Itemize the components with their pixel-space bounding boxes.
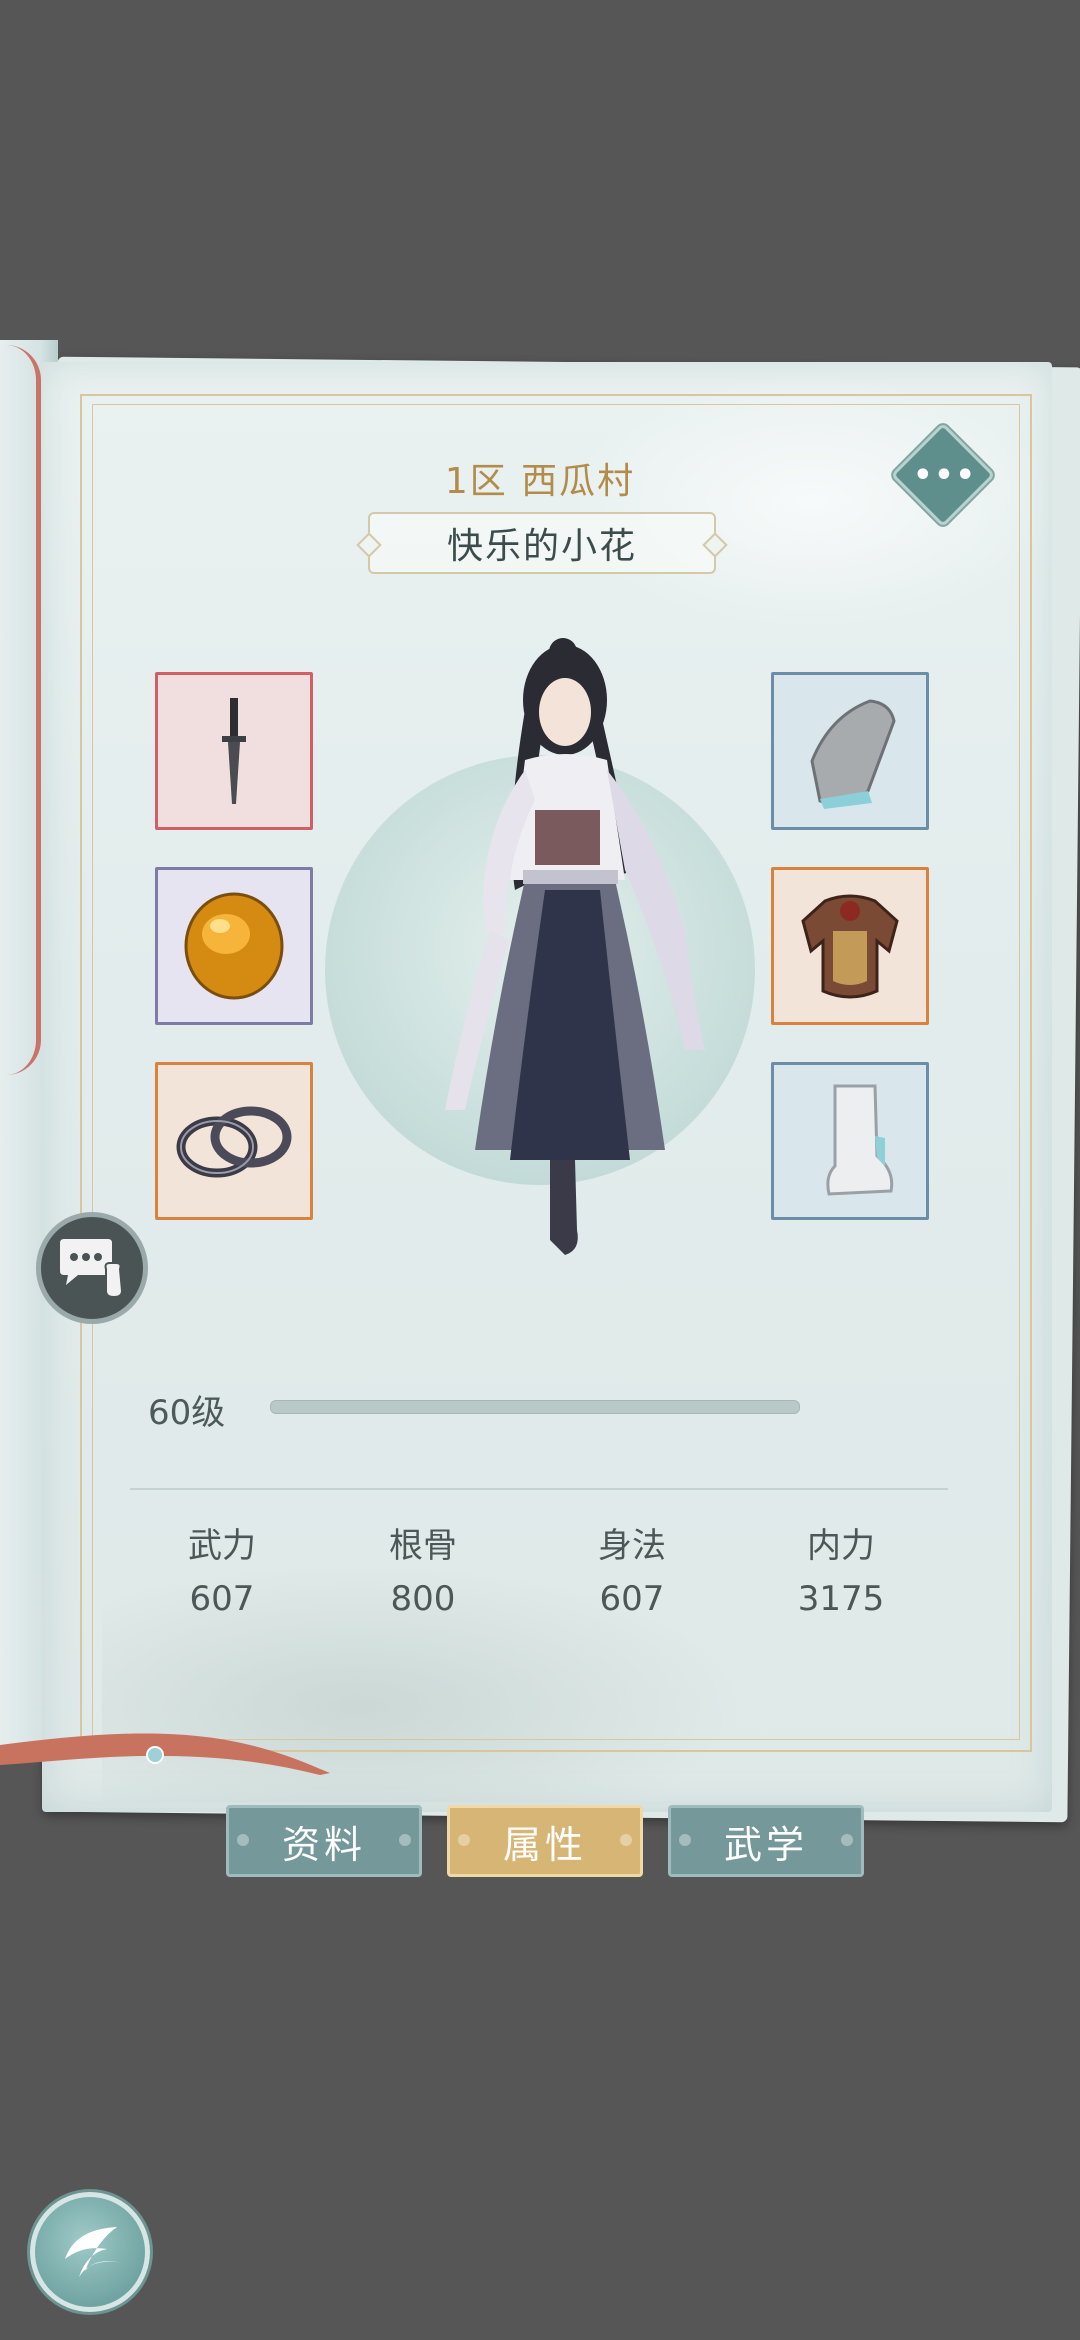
chat-bubble-icon bbox=[60, 1239, 124, 1299]
ribbon-decoration bbox=[0, 1733, 330, 1775]
equip-slot-bracer[interactable] bbox=[771, 672, 929, 830]
stat-value: 800 bbox=[390, 1579, 456, 1619]
tab-ziliao[interactable]: 资料 bbox=[226, 1805, 422, 1877]
section-divider bbox=[130, 1488, 948, 1490]
armor-icon bbox=[801, 894, 899, 999]
equip-slot-bracelet[interactable] bbox=[155, 1062, 313, 1220]
character-name-plate: 快乐的小花 bbox=[368, 512, 716, 574]
character-figure[interactable] bbox=[385, 630, 765, 1310]
stat-value: 607 bbox=[599, 1579, 665, 1619]
equip-slot-accessory[interactable] bbox=[155, 867, 313, 1025]
stat-value: 607 bbox=[189, 1579, 255, 1619]
equip-slot-boots[interactable] bbox=[771, 1062, 929, 1220]
level-progress-bar bbox=[270, 1400, 800, 1414]
level-label: 60级 bbox=[148, 1393, 226, 1433]
stat-gengu: 根骨 800 bbox=[323, 1518, 523, 1619]
stat-label: 身法 bbox=[598, 1526, 666, 1566]
back-arrow-icon bbox=[65, 2227, 123, 2277]
stat-label: 内力 bbox=[807, 1526, 875, 1566]
stat-label: 武力 bbox=[188, 1526, 256, 1566]
tab-wuxue[interactable]: 武学 bbox=[668, 1805, 864, 1877]
stat-shenfa: 身法 607 bbox=[532, 1518, 732, 1619]
boot-icon bbox=[826, 1084, 894, 1196]
chat-button[interactable] bbox=[36, 1212, 148, 1324]
amber-gem-icon bbox=[184, 892, 284, 1000]
tab-label: 武学 bbox=[723, 1822, 808, 1867]
equip-slot-armor[interactable] bbox=[771, 867, 929, 1025]
bracer-icon bbox=[810, 699, 896, 809]
stat-neili: 内力 3175 bbox=[741, 1518, 941, 1619]
tab-shuxing[interactable]: 属性 bbox=[447, 1805, 643, 1877]
stat-value: 3175 bbox=[797, 1579, 885, 1619]
dagger-icon bbox=[222, 698, 246, 804]
tab-label: 属性 bbox=[502, 1822, 587, 1867]
character-name: 快乐的小花 bbox=[446, 526, 637, 567]
equip-slot-weapon[interactable] bbox=[155, 672, 313, 830]
tab-label: 资料 bbox=[281, 1822, 366, 1867]
bracelet-icon bbox=[176, 1106, 292, 1178]
more-icon[interactable]: ••• bbox=[910, 458, 980, 493]
stat-label: 根骨 bbox=[389, 1526, 457, 1566]
stat-wuli: 武力 607 bbox=[122, 1518, 322, 1619]
back-button[interactable] bbox=[30, 2192, 150, 2312]
